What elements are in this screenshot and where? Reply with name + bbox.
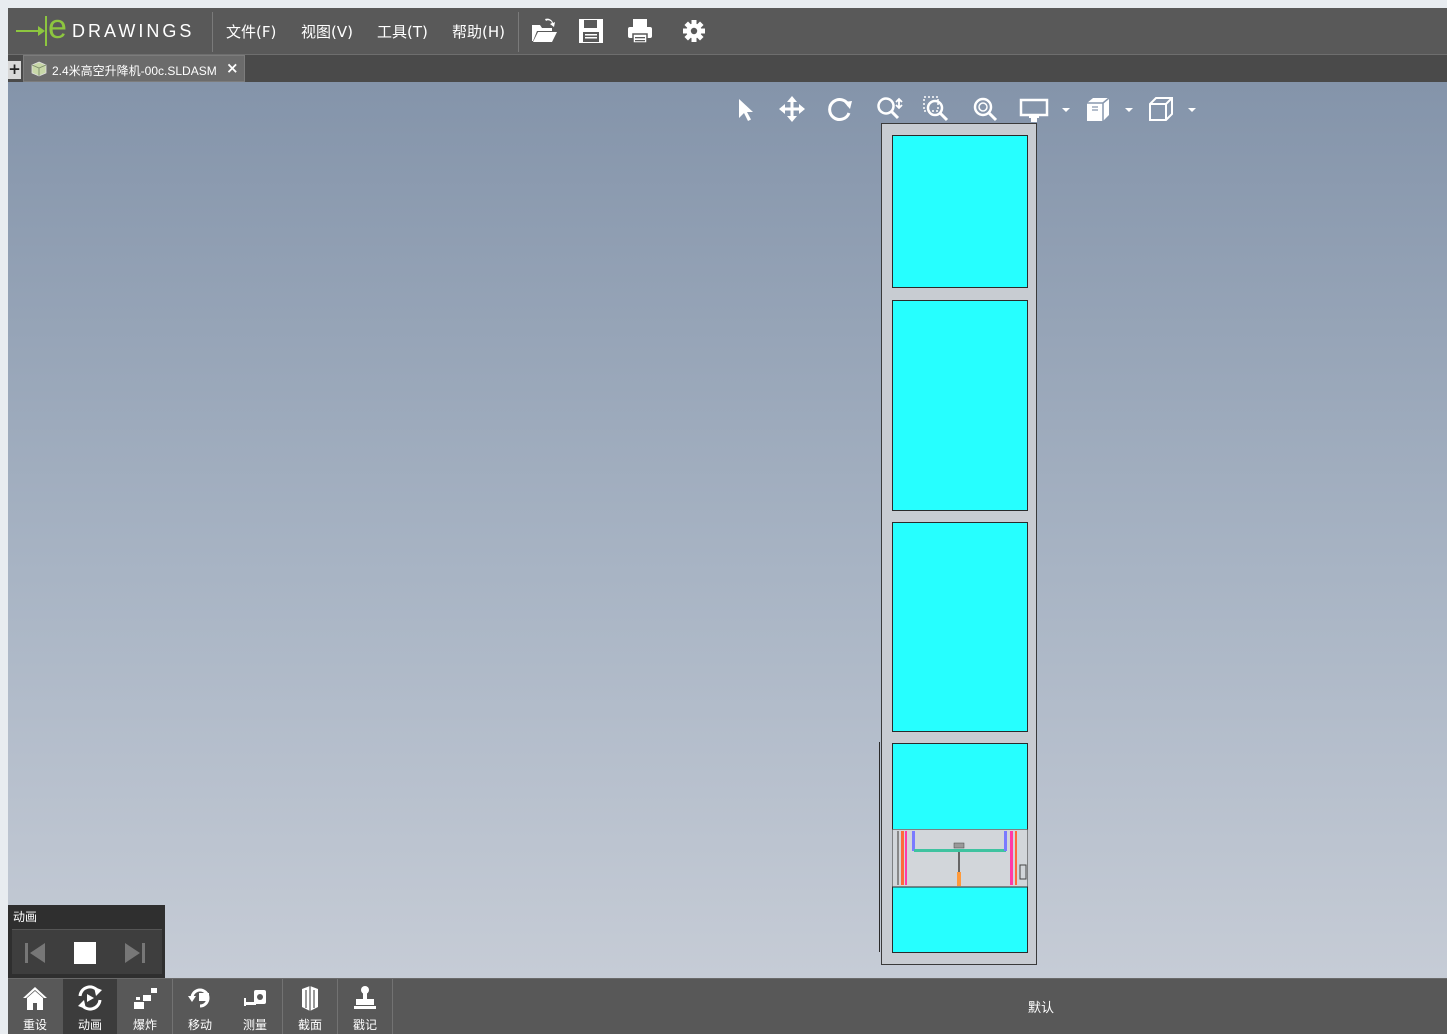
menu-view[interactable]: 视图(V) <box>301 21 353 42</box>
reset-button[interactable]: 重设 <box>8 979 62 1034</box>
model-lift-assembly[interactable] <box>881 123 1037 965</box>
select-arrow-icon[interactable] <box>731 94 761 124</box>
section-icon <box>302 986 318 1011</box>
document-tab[interactable]: 2.4米高空升降机-00c.SLDASM × <box>23 55 245 82</box>
model-panel <box>892 135 1028 288</box>
animation-controls <box>12 929 162 974</box>
document-tab-title: 2.4米高空升降机-00c.SLDASM <box>52 64 217 78</box>
pan-icon[interactable] <box>777 94 807 124</box>
animation-panel-title: 动画 <box>13 910 38 924</box>
next-icon[interactable] <box>122 940 148 966</box>
animation-panel: 动画 <box>8 905 165 978</box>
display-style-dropdown-icon[interactable] <box>1062 108 1070 112</box>
model-edge-line <box>879 742 880 952</box>
section-view-icon[interactable] <box>1083 94 1113 124</box>
zoom-icon[interactable] <box>970 94 1000 124</box>
logo-letter: e <box>48 8 67 46</box>
move-icon <box>188 988 210 1008</box>
move-label: 移动 <box>187 1018 212 1032</box>
edrawings-logo: e DRAWINGS <box>14 8 210 48</box>
menu-divider <box>518 12 519 52</box>
zoom-to-fit-icon[interactable] <box>874 94 904 124</box>
section-dropdown-icon[interactable] <box>1125 108 1133 112</box>
animate-button[interactable]: 动画 <box>63 979 117 1034</box>
move-button[interactable]: 移动 <box>173 979 227 1034</box>
previous-icon[interactable] <box>22 940 48 966</box>
animate-label: 动画 <box>77 1018 102 1032</box>
logo-wordmark: DRAWINGS <box>72 21 195 41</box>
view-orientation-cube-icon[interactable] <box>1146 94 1176 124</box>
home-icon <box>23 987 47 1010</box>
explode-label: 爆炸 <box>132 1018 157 1032</box>
menu-tools[interactable]: 工具(T) <box>377 21 428 42</box>
3d-viewport[interactable] <box>8 82 1447 978</box>
configuration-name: 默认 <box>1028 1001 1055 1016</box>
lift-mechanism <box>892 829 1028 888</box>
menu-bar: e DRAWINGS 文件(F) 视图(V) 工具(T) 帮助(H) <box>8 8 1447 55</box>
close-tab-icon[interactable]: × <box>226 59 239 77</box>
reset-label: 重设 <box>22 1018 47 1032</box>
menu-divider <box>212 12 213 52</box>
orientation-dropdown-icon[interactable] <box>1188 108 1196 112</box>
measure-icon <box>244 990 266 1006</box>
measure-label: 测量 <box>242 1018 267 1032</box>
rotate-icon[interactable] <box>825 94 855 124</box>
stamp-button[interactable]: 戳记 <box>338 979 392 1034</box>
document-tab-strip: + 2.4米高空升降机-00c.SLDASM × <box>8 55 1447 82</box>
explode-button[interactable]: 爆炸 <box>118 979 172 1034</box>
add-tab-button[interactable]: + <box>8 61 21 79</box>
display-style-icon[interactable] <box>1019 94 1049 124</box>
toolbar-divider <box>392 979 393 1034</box>
print-icon[interactable] <box>625 16 655 46</box>
animate-icon <box>78 985 102 1011</box>
open-folder-icon[interactable] <box>529 16 559 46</box>
measure-button[interactable]: 测量 <box>228 979 282 1034</box>
bottom-toolbar: 重设 动画 爆炸 移动 测量 截面 戳记 默认 <box>8 978 1447 1034</box>
stop-icon[interactable] <box>74 942 96 964</box>
explode-icon <box>134 988 157 1009</box>
edrawings-window: e DRAWINGS 文件(F) 视图(V) 工具(T) 帮助(H) + 2.4… <box>8 8 1447 1034</box>
stamp-label: 戳记 <box>352 1018 377 1032</box>
zoom-to-area-icon[interactable] <box>921 94 951 124</box>
menu-help[interactable]: 帮助(H) <box>452 21 505 42</box>
assembly-icon <box>31 61 47 77</box>
model-panel <box>892 522 1028 732</box>
menu-file[interactable]: 文件(F) <box>226 21 276 42</box>
section-label: 截面 <box>297 1018 322 1032</box>
settings-gear-icon[interactable] <box>679 16 709 46</box>
save-icon[interactable] <box>576 16 606 46</box>
stamp-icon <box>354 986 376 1009</box>
model-panel <box>892 300 1028 511</box>
section-button[interactable]: 截面 <box>283 979 337 1034</box>
